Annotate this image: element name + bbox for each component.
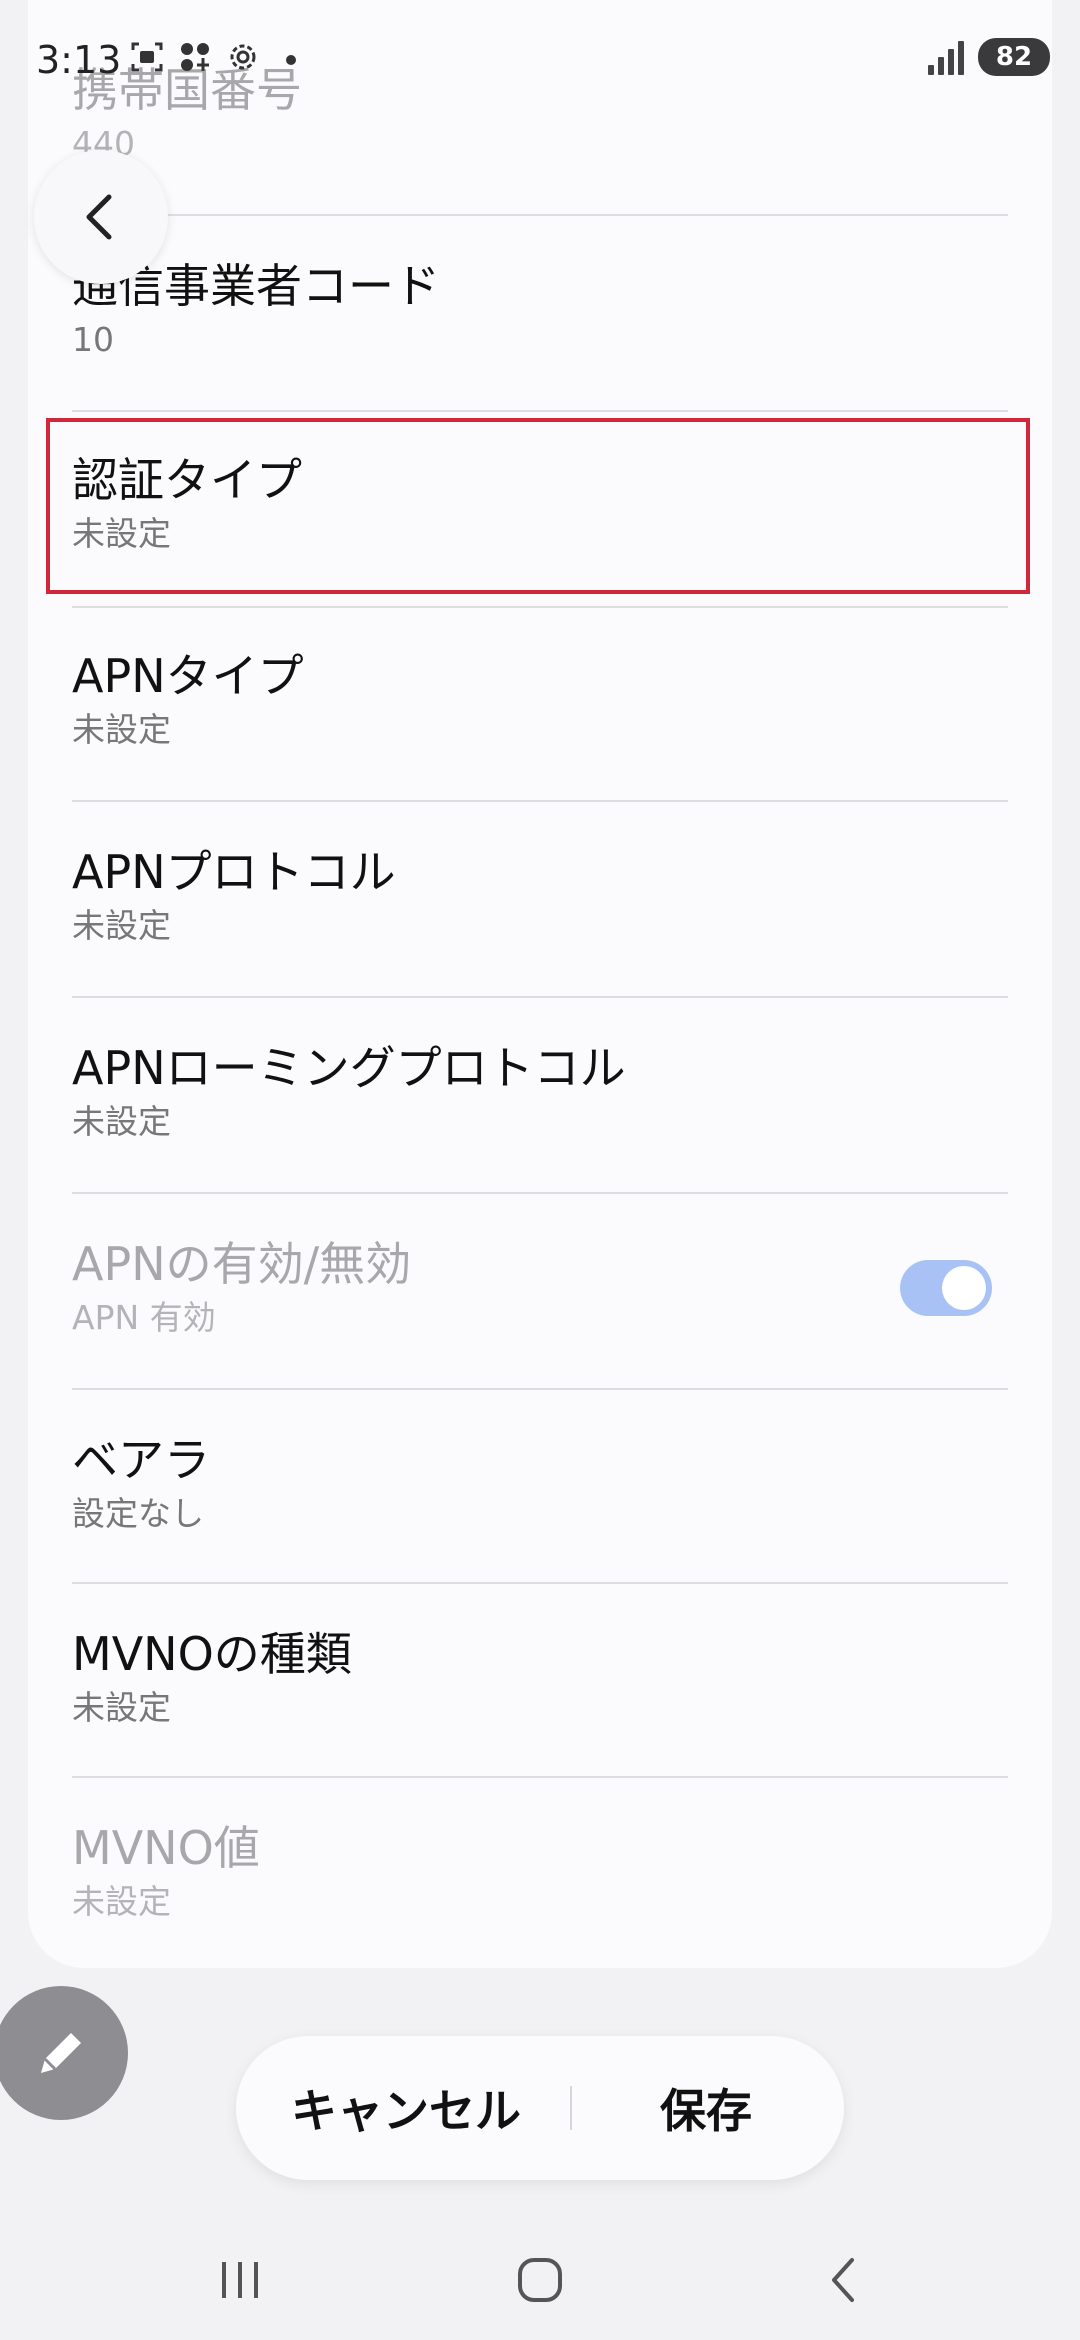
row-title: 通信事業者コード xyxy=(72,259,440,313)
row-apn-roaming-protocol[interactable]: APNローミングプロトコル 未設定 xyxy=(72,1040,1008,1142)
row-value: 10 xyxy=(72,320,114,359)
notification-dot-icon xyxy=(274,40,308,74)
nav-back-button[interactable] xyxy=(804,2240,884,2320)
row-apn-type[interactable]: APNタイプ 未設定 xyxy=(72,648,1008,750)
divider xyxy=(72,996,1008,998)
divider xyxy=(72,214,1008,216)
row-bearer[interactable]: ベアラ 設定なし xyxy=(72,1432,1008,1534)
battery-indicator: 82 xyxy=(978,38,1050,76)
edit-button[interactable] xyxy=(0,1986,128,2120)
recent-apps-button[interactable] xyxy=(200,2240,280,2320)
cancel-button[interactable]: キャンセル xyxy=(256,2036,556,2180)
row-auth-type[interactable]: 認証タイプ 未設定 xyxy=(72,452,1008,554)
row-value: 未設定 xyxy=(72,1102,171,1141)
divider xyxy=(72,800,1008,802)
row-mvno-value: MVNO値 未設定 xyxy=(72,1820,1008,1922)
status-time: 3:13 xyxy=(36,38,122,82)
row-title: ベアラ xyxy=(72,1433,210,1487)
home-icon xyxy=(518,2258,562,2302)
apn-enable-toggle[interactable] xyxy=(900,1260,992,1316)
row-apn-enable: APNの有効/無効 APN 有効 xyxy=(72,1236,1008,1338)
row-mvno-type[interactable]: MVNOの種類 未設定 xyxy=(72,1626,1008,1728)
apps-icon xyxy=(178,40,212,74)
row-title: APNローミングプロトコル xyxy=(72,1041,626,1095)
apn-settings-list: 携帯国番号 440 通信事業者コード 10 認証タイプ 未設定 APNタイプ 未… xyxy=(28,0,1052,1968)
divider xyxy=(72,410,1008,412)
back-button[interactable] xyxy=(34,150,168,284)
row-apn-protocol[interactable]: APNプロトコル 未設定 xyxy=(72,844,1008,946)
row-value: APN 有効 xyxy=(72,1298,216,1337)
row-value: 440 xyxy=(72,124,135,163)
row-title: 認証タイプ xyxy=(72,453,302,507)
row-title: APNタイプ xyxy=(72,649,304,703)
divider xyxy=(72,606,1008,608)
row-value: 未設定 xyxy=(72,514,171,553)
row-value: 未設定 xyxy=(72,906,171,945)
status-bar: 3:13 82 xyxy=(0,0,1080,120)
home-button[interactable] xyxy=(500,2240,580,2320)
divider xyxy=(72,1192,1008,1194)
row-value: 未設定 xyxy=(72,710,171,749)
row-title: MVNO値 xyxy=(72,1821,260,1875)
row-title: MVNOの種類 xyxy=(72,1627,352,1681)
chevron-left-icon xyxy=(86,194,112,240)
back-arrow-icon xyxy=(832,2258,854,2302)
row-title: APNプロトコル xyxy=(72,845,396,899)
screenshot-icon xyxy=(130,40,164,74)
action-bar: キャンセル 保存 xyxy=(236,2036,844,2180)
recent-apps-icon xyxy=(222,2262,258,2298)
notification-icons xyxy=(130,40,308,74)
status-right: 82 xyxy=(928,38,1050,76)
toggle-knob xyxy=(942,1266,986,1310)
divider xyxy=(72,1388,1008,1390)
row-value: 未設定 xyxy=(72,1882,171,1921)
row-value: 設定なし xyxy=(72,1494,204,1533)
row-carrier-code[interactable]: 通信事業者コード 10 xyxy=(72,258,1008,360)
system-nav-bar xyxy=(0,2220,1080,2340)
row-title: APNの有効/無効 xyxy=(72,1237,412,1291)
save-button[interactable]: 保存 xyxy=(586,2036,826,2180)
row-value: 未設定 xyxy=(72,1688,171,1727)
action-separator xyxy=(570,2086,572,2130)
signal-icon xyxy=(928,39,964,75)
pencil-icon xyxy=(41,2033,81,2073)
settings-gear-icon xyxy=(226,40,260,74)
divider xyxy=(72,1776,1008,1778)
divider xyxy=(72,1582,1008,1584)
